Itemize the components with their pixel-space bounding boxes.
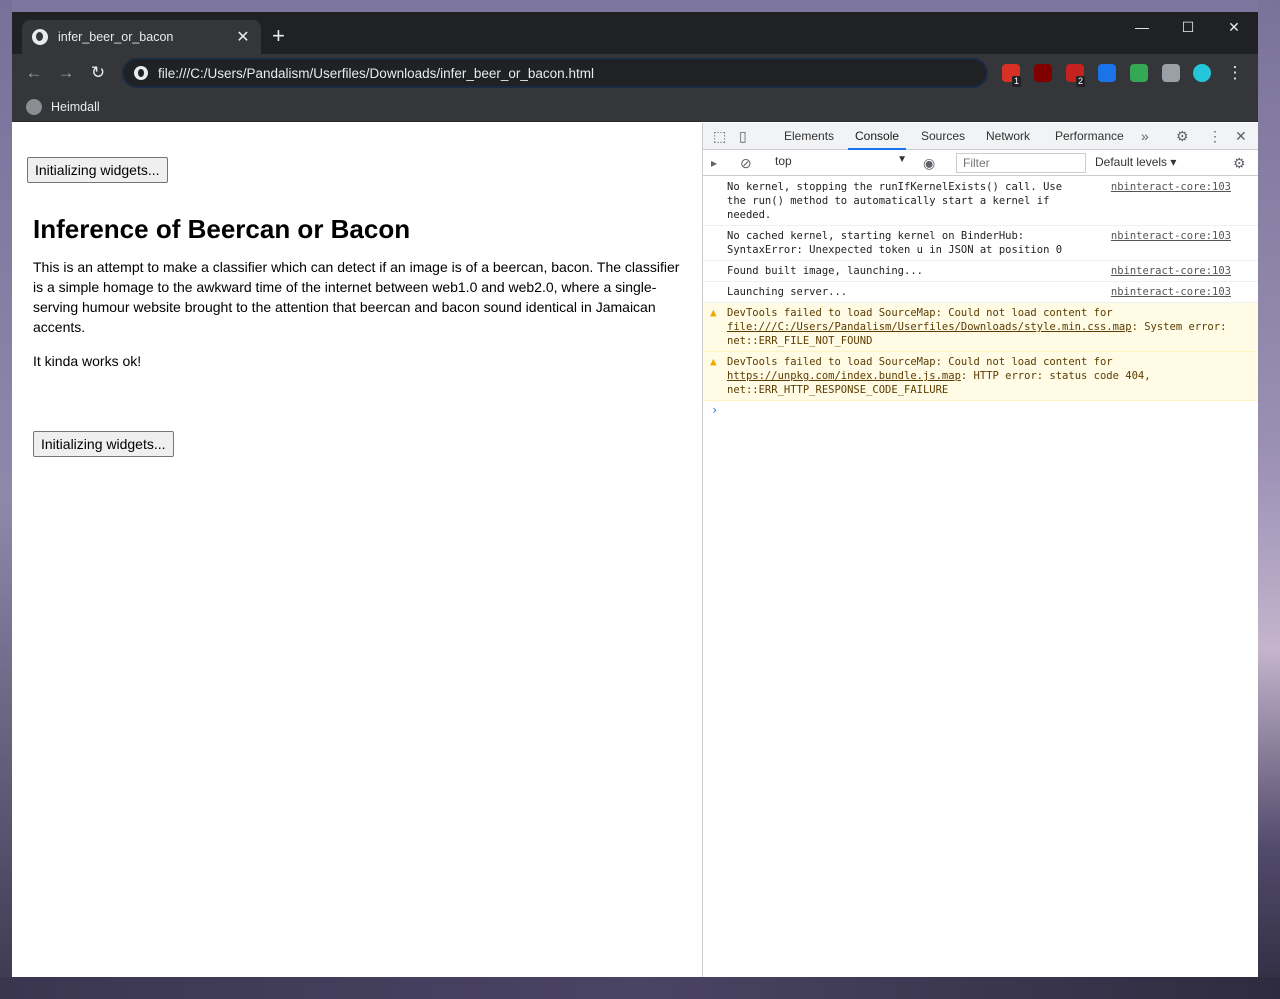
reload-button[interactable]: ↻ (86, 62, 110, 84)
bookmark-heimdall[interactable]: Heimdall (26, 97, 100, 117)
ublock-origin-icon[interactable] (1034, 64, 1052, 82)
console-toolbar: ▸ ⊘ top ▼ ◉ Default levels ▾ ⚙ (703, 150, 1258, 176)
context-value: top (775, 154, 792, 168)
extension-badge: 1 (1012, 76, 1022, 87)
console-log-message: No cached kernel, starting kernel on Bin… (703, 226, 1258, 261)
warning-icon: ▲ (710, 355, 717, 368)
address-bar[interactable] (122, 58, 988, 88)
tab-strip: infer_beer_or_bacon ✕ + — ☐ ✕ (12, 12, 1258, 54)
console-warning-message: ▲ DevTools failed to load SourceMap: Cou… (703, 352, 1258, 401)
console-messages: No kernel, stopping the runIfKernelExist… (703, 177, 1258, 417)
source-link[interactable]: nbinteract-core:103 (1111, 264, 1231, 278)
sourcemap-link[interactable]: https://unpkg.com/index.bundle.js.map (727, 370, 961, 382)
site-info-icon[interactable] (134, 66, 148, 80)
settings-gear-icon[interactable]: ⚙ (1176, 123, 1189, 150)
tab-performance[interactable]: Performance (1055, 123, 1124, 150)
warning-icon: ▲ (710, 306, 717, 319)
browser-menu-button[interactable]: ⋮ (1223, 62, 1247, 84)
sourcemap-link[interactable]: file:///C:/Users/Pandalism/Userfiles/Dow… (727, 321, 1132, 333)
profile-avatar-icon[interactable] (1193, 64, 1211, 82)
console-settings-gear-icon[interactable]: ⚙ (1233, 150, 1246, 176)
url-input[interactable] (158, 65, 986, 81)
clear-console-icon[interactable]: ⊘ (740, 150, 752, 176)
console-log-message: No kernel, stopping the runIfKernelExist… (703, 177, 1258, 226)
browser-toolbar: ← → ↻ 1 2 ⋮ (12, 54, 1258, 92)
tab-sources[interactable]: Sources (921, 123, 965, 150)
new-tab-button[interactable]: + (272, 25, 285, 47)
forward-button[interactable]: → (54, 62, 78, 84)
devtools-tab-bar: ⬚ ▯ Elements Console Sources Network Per… (703, 123, 1258, 150)
puzzle-icon[interactable] (1162, 64, 1180, 82)
back-button[interactable]: ← (22, 62, 46, 84)
close-window-button[interactable]: ✕ (1211, 12, 1257, 42)
console-prompt[interactable]: › (703, 401, 1258, 417)
desktop-background-left (0, 0, 12, 999)
desktop-background-bottom (0, 977, 1280, 999)
initializing-widgets-button-top[interactable]: Initializing widgets... (27, 157, 168, 183)
console-log-message: Found built image, launching... nbintera… (703, 261, 1258, 282)
desktop-background-right (1258, 0, 1280, 999)
sidebar-toggle-icon[interactable]: ▸ (711, 150, 717, 176)
tab-elements[interactable]: Elements (784, 123, 834, 150)
close-devtools-icon[interactable]: ✕ (1235, 123, 1247, 150)
source-link[interactable]: nbinteract-core:103 (1111, 180, 1231, 194)
intro-paragraph: This is an attempt to make a classifier … (33, 259, 680, 335)
customize-menu-icon[interactable]: ⋮ (1208, 123, 1222, 150)
page-heading: Inference of Beercan or Bacon (33, 214, 411, 244)
bookmarks-bar: Heimdall (12, 92, 1258, 122)
bookmark-label: Heimdall (51, 100, 100, 114)
extension-badge: 2 (1076, 76, 1086, 87)
browser-tab[interactable]: infer_beer_or_bacon ✕ (22, 20, 261, 54)
globe-icon (32, 29, 48, 45)
inspect-element-icon[interactable]: ⬚ (713, 123, 726, 150)
source-link[interactable]: nbinteract-core:103 (1111, 229, 1231, 243)
desktop-background-top (0, 0, 1280, 12)
console-warning-message: ▲ DevTools failed to load SourceMap: Cou… (703, 303, 1258, 352)
pushbullet-icon[interactable] (1130, 64, 1148, 82)
minimize-button[interactable]: — (1119, 12, 1165, 42)
bookmark-favicon-icon (26, 99, 42, 115)
maximize-button[interactable]: ☐ (1165, 12, 1211, 42)
browser-window: infer_beer_or_bacon ✕ + — ☐ ✕ ← → ↻ 1 2 ⋮… (12, 12, 1258, 977)
devtools-panel: ⬚ ▯ Elements Console Sources Network Per… (702, 123, 1258, 977)
tab-close-icon[interactable]: ✕ (235, 27, 251, 47)
page-content: Initializing widgets... Inference of Bee… (12, 123, 702, 977)
more-tabs-icon[interactable]: » (1141, 123, 1149, 150)
dropdown-arrow-icon: ▼ (897, 154, 907, 165)
initializing-widgets-button-bottom[interactable]: Initializing widgets... (33, 431, 174, 457)
console-log-message: Launching server... nbinteract-core:103 (703, 282, 1258, 303)
context-selector[interactable]: top ▼ (775, 154, 907, 168)
source-link[interactable]: nbinteract-core:103 (1111, 285, 1231, 299)
raindrop-icon[interactable] (1098, 64, 1116, 82)
tab-network[interactable]: Network (986, 123, 1030, 150)
tab-console[interactable]: Console (848, 123, 907, 150)
log-levels-dropdown[interactable]: Default levels ▾ (1095, 155, 1176, 169)
status-paragraph: It kinda works ok! (33, 353, 142, 369)
live-expression-eye-icon[interactable]: ◉ (923, 150, 935, 176)
tab-title: infer_beer_or_bacon (58, 30, 174, 44)
console-filter-input[interactable] (956, 153, 1086, 173)
device-toolbar-icon[interactable]: ▯ (739, 123, 747, 150)
